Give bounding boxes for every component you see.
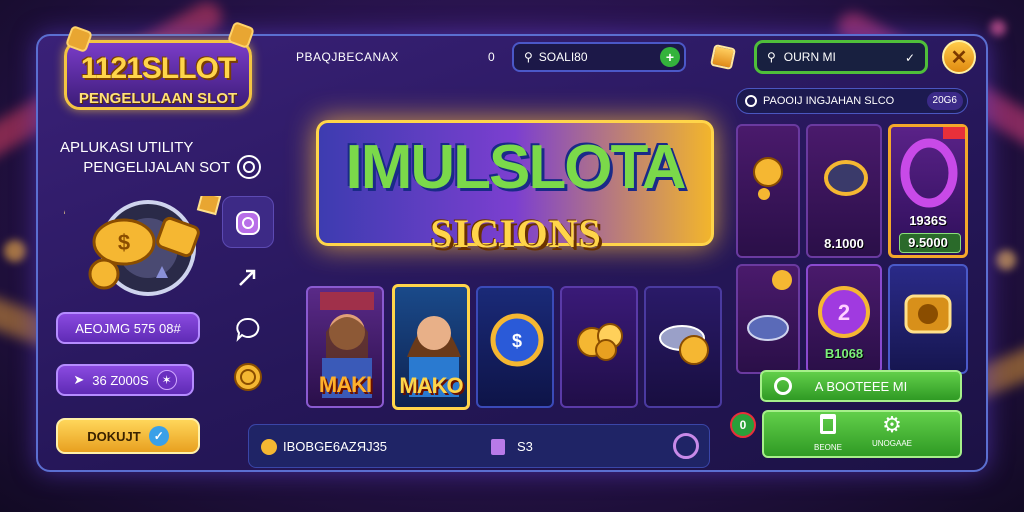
logo-title: 1121SLLOT <box>80 52 236 85</box>
store-card-price: B1068 <box>824 346 864 361</box>
coin-icon[interactable] <box>233 362 263 392</box>
coin-chip-illustration: $ <box>37 190 222 296</box>
plus-icon: + <box>665 49 675 65</box>
add-button[interactable]: + <box>660 47 680 67</box>
bottom-status-bar: IBOBGE6AZЯJ35 S3 <box>248 424 710 468</box>
background-bokeh <box>990 20 1006 36</box>
share-icon[interactable] <box>233 262 263 292</box>
account-dropdown[interactable]: ⚲ OURN MI ✓ <box>754 40 928 74</box>
coin-icon <box>261 439 277 455</box>
store-card[interactable] <box>888 264 968 374</box>
check-icon: ✓ <box>148 426 169 446</box>
claim-bonus-label: A BOOTEEE MI <box>814 378 908 394</box>
svg-text:$: $ <box>118 230 130 255</box>
right-panel-count-badge: 20G6 <box>926 92 963 110</box>
bottom-bar-left-text: IBOBGE6AZЯJ35 <box>283 439 388 454</box>
chip-icon: $ <box>490 313 544 367</box>
message-icon[interactable] <box>233 314 263 344</box>
gear-icon: ⚙ <box>882 412 902 437</box>
hot-badge <box>943 127 965 139</box>
notification-badge[interactable]: 0 <box>730 412 756 438</box>
left-title-line2: PENGELIJALAN SOT <box>83 159 230 176</box>
close-button[interactable]: ✕ <box>942 40 976 74</box>
svg-text:2: 2 <box>838 300 850 325</box>
settings-action-label: UNOGAAE <box>871 439 912 448</box>
coin-icon <box>753 157 783 200</box>
coin-stack-icon <box>659 325 709 365</box>
target-icon[interactable] <box>234 152 264 182</box>
right-panel-header: PAOOIJ INGJAHAN SLCO 20G6 <box>736 88 968 114</box>
settings-action[interactable]: ⚙ UNOGAAE <box>862 414 922 456</box>
refresh-icon <box>774 377 792 395</box>
close-icon: ✕ <box>950 46 968 69</box>
star-icon: ✶ <box>156 370 177 390</box>
search-icon[interactable] <box>673 433 699 459</box>
bottom-bar-right-text: S3 <box>517 439 533 454</box>
search-value: SOALI80 <box>538 50 588 64</box>
search-icon: ⚲ <box>767 50 776 64</box>
login-button-label: DOKUJT <box>87 428 141 444</box>
gem-icon[interactable] <box>709 43 737 71</box>
gold-coins-icon <box>577 323 623 361</box>
store-card[interactable]: 2 B1068 <box>806 264 882 374</box>
coin-roll-icon <box>824 160 868 196</box>
search-icon <box>745 95 757 107</box>
store-card-price: 8.1000 <box>824 236 864 251</box>
trash-icon <box>820 414 836 434</box>
store-card-price: 1936S <box>909 213 947 228</box>
left-panel-title: APLUKASI UTILITY PENGELIJALAN SOT <box>60 138 230 178</box>
top-bar-count: 0 <box>488 50 495 64</box>
bonus-code-pill[interactable]: AEOJMG 575 08# <box>56 312 200 344</box>
right-panel-title: PAOOIJ INGJAHAN SLCO <box>763 95 895 107</box>
store-card[interactable]: 8.1000 <box>806 124 882 258</box>
chevron-down-icon: ✓ <box>904 51 915 65</box>
coin-stack-icon <box>747 270 792 341</box>
background-bokeh <box>996 250 1016 270</box>
wallet-action-label: BEONE <box>813 443 842 452</box>
store-card-featured[interactable]: 1936S 9.5000 <box>888 124 968 258</box>
jackpot-label: 36 Z000S <box>92 372 149 388</box>
login-button[interactable]: DOKUJT ✓ <box>56 418 200 454</box>
arrow-icon: ➤ <box>73 372 85 387</box>
bars-icon <box>491 439 505 455</box>
account-dropdown-value: OURN MI <box>783 50 836 64</box>
bonus-code-label: AEOJMG 575 08# <box>75 320 181 336</box>
svg-text:$: $ <box>512 331 522 351</box>
brand-logo: 1121SLLOT PENGELULAAN SLOT <box>58 20 258 114</box>
trophy-icon <box>904 294 952 334</box>
store-card-price: 9.5000 <box>908 235 948 250</box>
game-card[interactable] <box>644 286 722 408</box>
hero-title: IMULSLOTA <box>345 133 686 202</box>
game-card[interactable]: MAKO <box>392 284 470 410</box>
store-card[interactable] <box>736 124 800 258</box>
logo-subtitle: PENGELULAAN SLOT <box>78 90 238 107</box>
hero-subtitle: SICIONS <box>430 211 602 256</box>
notification-count: 0 <box>739 418 747 432</box>
game-card[interactable] <box>560 286 638 408</box>
claim-bonus-button[interactable]: A BOOTEEE MI <box>760 370 962 402</box>
chat-icon[interactable] <box>233 208 263 238</box>
top-bar-label: PBAQJBECANAX <box>296 50 399 64</box>
game-card[interactable]: MAKI <box>306 286 384 408</box>
game-card-label: MAKO <box>399 373 463 398</box>
store-card[interactable] <box>736 264 800 374</box>
game-card-label: MAKI <box>318 372 372 397</box>
gem-ring-icon <box>900 138 958 208</box>
background-bokeh <box>4 240 26 262</box>
heart-chip-icon: 2 <box>818 286 870 338</box>
jackpot-pill[interactable]: ➤ 36 Z000S ✶ <box>56 364 194 396</box>
hero-banner: IMULSLOTA SICIONS <box>306 114 716 264</box>
search-icon: ⚲ <box>524 50 533 64</box>
wallet-action[interactable]: BEONE <box>790 414 866 456</box>
left-title-line1: APLUKASI UTILITY <box>60 139 194 156</box>
game-card[interactable]: $ <box>476 286 554 408</box>
